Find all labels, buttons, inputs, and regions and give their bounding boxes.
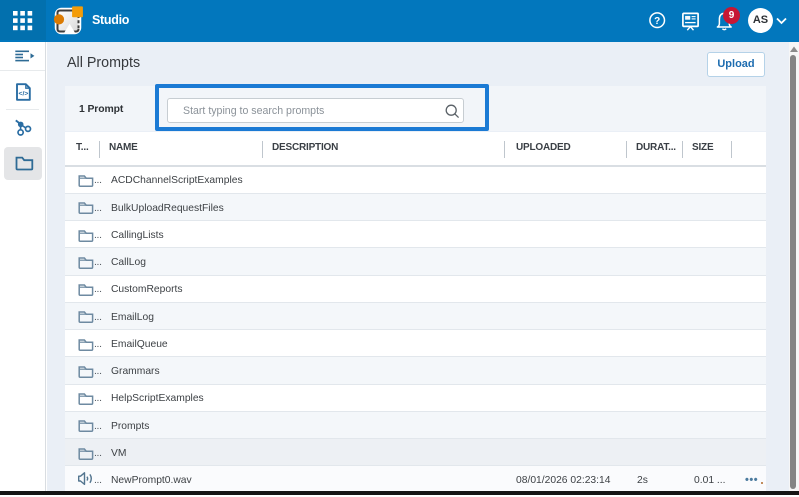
svg-text:?: ? bbox=[654, 16, 660, 27]
svg-text:</>: </> bbox=[18, 90, 28, 97]
